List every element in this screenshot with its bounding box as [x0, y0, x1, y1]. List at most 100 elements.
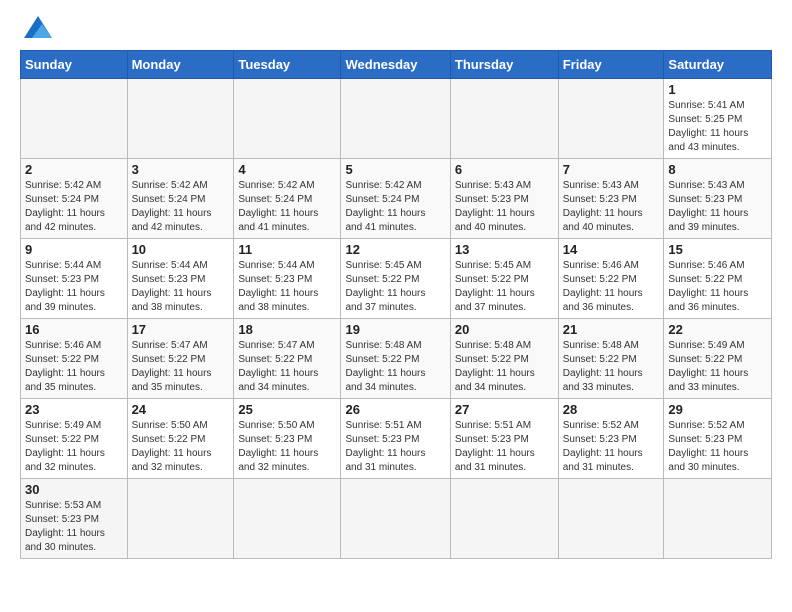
day-number: 27 — [455, 402, 554, 417]
calendar-cell: 25 Sunrise: 5:50 AM Sunset: 5:23 PM Dayli… — [234, 399, 341, 479]
calendar-cell: 10 Sunrise: 5:44 AM Sunset: 5:23 PM Dayli… — [127, 239, 234, 319]
calendar-cell: 23 Sunrise: 5:49 AM Sunset: 5:22 PM Dayli… — [21, 399, 128, 479]
calendar-cell: 2 Sunrise: 5:42 AM Sunset: 5:24 PM Daylig… — [21, 159, 128, 239]
week-row-6: 30 Sunrise: 5:53 AM Sunset: 5:23 PM Dayli… — [21, 479, 772, 559]
calendar-cell: 5 Sunrise: 5:42 AM Sunset: 5:24 PM Daylig… — [341, 159, 450, 239]
day-info: Sunrise: 5:46 AM Sunset: 5:22 PM Dayligh… — [25, 339, 123, 395]
calendar-cell: 4 Sunrise: 5:42 AM Sunset: 5:24 PM Daylig… — [234, 159, 341, 239]
day-number: 24 — [132, 402, 230, 417]
day-info: Sunrise: 5:47 AM Sunset: 5:22 PM Dayligh… — [238, 339, 336, 395]
day-info: Sunrise: 5:47 AM Sunset: 5:22 PM Dayligh… — [132, 339, 230, 395]
day-info: Sunrise: 5:50 AM Sunset: 5:23 PM Dayligh… — [238, 419, 336, 475]
day-number: 10 — [132, 242, 230, 257]
calendar-cell: 15Sunrise: 5:46 AM Sunset: 5:22 PM Dayli… — [664, 239, 772, 319]
day-info: Sunrise: 5:53 AM Sunset: 5:23 PM Dayligh… — [25, 499, 123, 555]
day-number: 4 — [238, 162, 336, 177]
day-number: 5 — [345, 162, 445, 177]
day-number: 11 — [238, 242, 336, 257]
calendar-cell — [558, 479, 664, 559]
col-header-friday: Friday — [558, 51, 664, 79]
day-info: Sunrise: 5:46 AM Sunset: 5:22 PM Dayligh… — [563, 259, 660, 315]
header-row: SundayMondayTuesdayWednesdayThursdayFrid… — [21, 51, 772, 79]
calendar-cell: 21Sunrise: 5:48 AM Sunset: 5:22 PM Dayli… — [558, 319, 664, 399]
day-number: 29 — [668, 402, 767, 417]
calendar-cell: 24Sunrise: 5:50 AM Sunset: 5:22 PM Dayli… — [127, 399, 234, 479]
day-number: 8 — [668, 162, 767, 177]
day-info: Sunrise: 5:49 AM Sunset: 5:22 PM Dayligh… — [25, 419, 123, 475]
calendar-cell: 28Sunrise: 5:52 AM Sunset: 5:23 PM Dayli… — [558, 399, 664, 479]
day-info: Sunrise: 5:43 AM Sunset: 5:23 PM Dayligh… — [563, 179, 660, 235]
calendar-cell — [341, 479, 450, 559]
calendar-cell: 3 Sunrise: 5:42 AM Sunset: 5:24 PM Daylig… — [127, 159, 234, 239]
day-number: 13 — [455, 242, 554, 257]
day-info: Sunrise: 5:52 AM Sunset: 5:23 PM Dayligh… — [668, 419, 767, 475]
day-info: Sunrise: 5:41 AM Sunset: 5:25 PM Dayligh… — [668, 99, 767, 155]
week-row-5: 23 Sunrise: 5:49 AM Sunset: 5:22 PM Dayli… — [21, 399, 772, 479]
day-info: Sunrise: 5:46 AM Sunset: 5:22 PM Dayligh… — [668, 259, 767, 315]
day-number: 25 — [238, 402, 336, 417]
calendar-cell — [450, 479, 558, 559]
day-info: Sunrise: 5:45 AM Sunset: 5:22 PM Dayligh… — [455, 259, 554, 315]
calendar-cell — [127, 79, 234, 159]
col-header-sunday: Sunday — [21, 51, 128, 79]
day-number: 12 — [345, 242, 445, 257]
calendar-cell: 16 Sunrise: 5:46 AM Sunset: 5:22 PM Dayli… — [21, 319, 128, 399]
day-number: 2 — [25, 162, 123, 177]
day-number: 28 — [563, 402, 660, 417]
day-number: 26 — [345, 402, 445, 417]
day-info: Sunrise: 5:48 AM Sunset: 5:22 PM Dayligh… — [345, 339, 445, 395]
day-number: 22 — [668, 322, 767, 337]
calendar-cell: 14 Sunrise: 5:46 AM Sunset: 5:22 PM Dayli… — [558, 239, 664, 319]
day-info: Sunrise: 5:44 AM Sunset: 5:23 PM Dayligh… — [25, 259, 123, 315]
calendar-cell — [234, 79, 341, 159]
day-number: 18 — [238, 322, 336, 337]
day-info: Sunrise: 5:45 AM Sunset: 5:22 PM Dayligh… — [345, 259, 445, 315]
calendar-cell — [127, 479, 234, 559]
day-info: Sunrise: 5:42 AM Sunset: 5:24 PM Dayligh… — [238, 179, 336, 235]
day-number: 7 — [563, 162, 660, 177]
col-header-tuesday: Tuesday — [234, 51, 341, 79]
calendar-cell — [341, 79, 450, 159]
week-row-2: 2 Sunrise: 5:42 AM Sunset: 5:24 PM Daylig… — [21, 159, 772, 239]
calendar-cell: 19 Sunrise: 5:48 AM Sunset: 5:22 PM Dayli… — [341, 319, 450, 399]
calendar-cell: 26 Sunrise: 5:51 AM Sunset: 5:23 PM Dayli… — [341, 399, 450, 479]
calendar-cell — [234, 479, 341, 559]
day-number: 30 — [25, 482, 123, 497]
day-info: Sunrise: 5:42 AM Sunset: 5:24 PM Dayligh… — [25, 179, 123, 235]
day-number: 19 — [345, 322, 445, 337]
day-number: 23 — [25, 402, 123, 417]
day-info: Sunrise: 5:48 AM Sunset: 5:22 PM Dayligh… — [563, 339, 660, 395]
calendar-cell: 20Sunrise: 5:48 AM Sunset: 5:22 PM Dayli… — [450, 319, 558, 399]
calendar-cell: 7 Sunrise: 5:43 AM Sunset: 5:23 PM Daylig… — [558, 159, 664, 239]
day-number: 20 — [455, 322, 554, 337]
day-number: 14 — [563, 242, 660, 257]
logo-icon — [24, 16, 52, 38]
calendar-cell: 1 Sunrise: 5:41 AM Sunset: 5:25 PM Daylig… — [664, 79, 772, 159]
day-number: 1 — [668, 82, 767, 97]
day-info: Sunrise: 5:51 AM Sunset: 5:23 PM Dayligh… — [345, 419, 445, 475]
logo-area — [20, 16, 52, 38]
logo — [20, 16, 52, 38]
header — [20, 16, 772, 38]
week-row-4: 16 Sunrise: 5:46 AM Sunset: 5:22 PM Dayli… — [21, 319, 772, 399]
calendar-cell: 17 Sunrise: 5:47 AM Sunset: 5:22 PM Dayli… — [127, 319, 234, 399]
day-info: Sunrise: 5:51 AM Sunset: 5:23 PM Dayligh… — [455, 419, 554, 475]
day-number: 9 — [25, 242, 123, 257]
day-info: Sunrise: 5:42 AM Sunset: 5:24 PM Dayligh… — [132, 179, 230, 235]
day-info: Sunrise: 5:44 AM Sunset: 5:23 PM Dayligh… — [132, 259, 230, 315]
day-info: Sunrise: 5:43 AM Sunset: 5:23 PM Dayligh… — [455, 179, 554, 235]
calendar-cell: 9 Sunrise: 5:44 AM Sunset: 5:23 PM Daylig… — [21, 239, 128, 319]
col-header-thursday: Thursday — [450, 51, 558, 79]
day-number: 17 — [132, 322, 230, 337]
calendar-cell — [450, 79, 558, 159]
calendar-cell: 13 Sunrise: 5:45 AM Sunset: 5:22 PM Dayli… — [450, 239, 558, 319]
calendar-cell: 11Sunrise: 5:44 AM Sunset: 5:23 PM Dayli… — [234, 239, 341, 319]
calendar-table: SundayMondayTuesdayWednesdayThursdayFrid… — [20, 50, 772, 559]
day-number: 3 — [132, 162, 230, 177]
week-row-1: 1 Sunrise: 5:41 AM Sunset: 5:25 PM Daylig… — [21, 79, 772, 159]
col-header-saturday: Saturday — [664, 51, 772, 79]
calendar-cell — [558, 79, 664, 159]
calendar-cell: 12 Sunrise: 5:45 AM Sunset: 5:22 PM Dayli… — [341, 239, 450, 319]
day-number: 16 — [25, 322, 123, 337]
day-info: Sunrise: 5:42 AM Sunset: 5:24 PM Dayligh… — [345, 179, 445, 235]
